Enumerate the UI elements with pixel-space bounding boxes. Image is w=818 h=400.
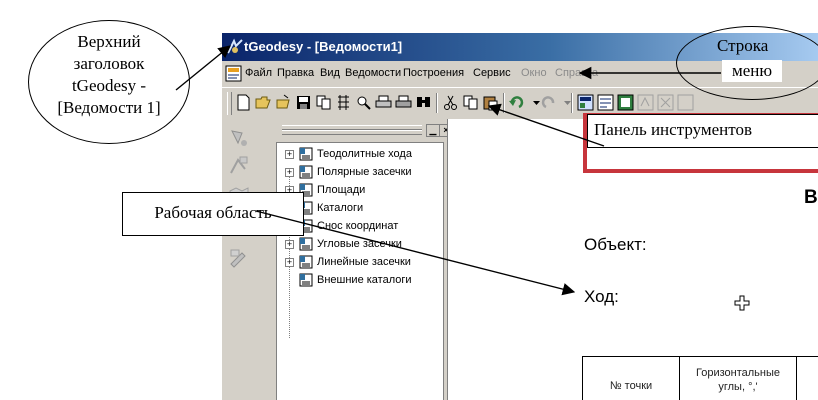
title-callout-line: заголовок bbox=[73, 54, 145, 73]
tree-panel: ▁ × + Теодолитные хода + Полярные засечк… bbox=[272, 119, 453, 400]
title-callout-line: Верхний bbox=[77, 32, 141, 51]
document-icon[interactable] bbox=[225, 65, 242, 82]
tree-item-label: Внешние каталоги bbox=[317, 274, 412, 286]
data-view-icon[interactable] bbox=[617, 94, 634, 111]
disabled-tool-icon[interactable] bbox=[677, 94, 694, 111]
menu-callout-line: Строка bbox=[717, 36, 769, 55]
app-logo-icon bbox=[227, 38, 243, 54]
cut-icon[interactable] bbox=[442, 94, 459, 111]
tree-item-label: Угловые засечки bbox=[317, 238, 402, 250]
print-setup-icon[interactable] bbox=[395, 94, 412, 111]
preview-icon[interactable] bbox=[355, 94, 372, 111]
tree-item-catalogs[interactable]: + Каталоги bbox=[285, 201, 445, 217]
object-label: Объект: bbox=[584, 235, 647, 254]
tree-item-coord-transfer[interactable]: + Снос координат bbox=[285, 219, 445, 235]
table-icon bbox=[299, 273, 313, 287]
menu-window[interactable]: Окно bbox=[521, 67, 547, 79]
new-document-icon[interactable] bbox=[235, 94, 252, 111]
tree-item-angular[interactable]: + Угловые засечки bbox=[285, 237, 445, 253]
expand-icon[interactable]: + bbox=[285, 240, 294, 249]
report-table: № точки Горизонтальные углы, °,' bbox=[582, 356, 818, 400]
toolbar-separator bbox=[503, 93, 505, 113]
menu-constructions[interactable]: Построения bbox=[403, 67, 464, 79]
grid-icon[interactable] bbox=[335, 94, 352, 111]
point-tool-icon[interactable] bbox=[228, 127, 250, 149]
open-file-icon[interactable] bbox=[275, 94, 292, 111]
expand-icon[interactable]: + bbox=[285, 168, 294, 177]
table-header-cell: Горизонтальные углы, °,' bbox=[680, 357, 797, 400]
tree-item-label: Снос координат bbox=[317, 220, 399, 232]
table-header-angles: Горизонтальные углы, °,' bbox=[696, 367, 780, 393]
workarea-callout: Рабочая область bbox=[122, 192, 304, 236]
menu-edit[interactable]: Правка bbox=[277, 67, 314, 79]
toolbar-separator bbox=[571, 93, 573, 113]
tree-item-areas[interactable]: + Площади bbox=[285, 183, 445, 199]
title-callout-line: tGeodesy - bbox=[71, 76, 147, 95]
expand-icon[interactable]: + bbox=[285, 258, 294, 267]
open-folder-icon[interactable] bbox=[255, 94, 272, 111]
tree-item-linear[interactable]: + Линейные засечки bbox=[285, 255, 445, 271]
tree-item-label: Линейные засечки bbox=[317, 256, 411, 268]
table-icon bbox=[299, 255, 313, 269]
report-view-icon[interactable] bbox=[577, 94, 594, 111]
menu-file[interactable]: Файл bbox=[245, 67, 272, 79]
coordinates-tool-icon[interactable] bbox=[228, 155, 250, 177]
table-header-point: № точки bbox=[609, 380, 653, 392]
chevron-down-icon[interactable] bbox=[559, 94, 576, 111]
form-view-icon[interactable] bbox=[597, 94, 614, 111]
edit-tool-icon[interactable] bbox=[228, 247, 250, 269]
expand-icon[interactable]: + bbox=[285, 150, 294, 159]
route-label: Ход: bbox=[584, 287, 619, 306]
table-icon bbox=[299, 165, 313, 179]
redo-icon[interactable] bbox=[540, 94, 557, 111]
tree-item-label: Площади bbox=[317, 184, 366, 196]
copy-list-icon[interactable] bbox=[315, 94, 332, 111]
tree-item-polar[interactable]: + Полярные засечки bbox=[285, 165, 445, 181]
toolbar-callout: Панель инструментов bbox=[587, 114, 818, 148]
tree-item-label: Теодолитные хода bbox=[317, 148, 412, 160]
tree-item-label: Полярные засечки bbox=[317, 166, 412, 178]
menu-help[interactable]: Справка bbox=[555, 67, 598, 79]
tree-item-external[interactable]: Внешние каталоги bbox=[285, 273, 445, 289]
window-title: tGeodesy - [Ведомости1] bbox=[244, 39, 403, 54]
menu-view[interactable]: Вид bbox=[320, 67, 340, 79]
move-cursor-icon bbox=[734, 295, 750, 311]
copy-icon[interactable] bbox=[462, 94, 479, 111]
save-icon[interactable] bbox=[295, 94, 312, 111]
report-heading: В bbox=[804, 187, 818, 208]
title-callout: Верхний заголовок tGeodesy - [Ведомости … bbox=[28, 20, 190, 144]
menu-reports[interactable]: Ведомости bbox=[345, 67, 401, 79]
minimize-panel-icon[interactable]: ▁ bbox=[426, 124, 440, 137]
vertical-toolbar bbox=[222, 119, 270, 400]
toolbar-grip[interactable] bbox=[227, 92, 232, 115]
table-header-cell: № точки bbox=[583, 357, 680, 400]
table-icon bbox=[299, 147, 313, 161]
table-icon bbox=[299, 237, 313, 251]
disabled-tool-icon[interactable] bbox=[637, 94, 654, 111]
menu-callout-label: меню bbox=[722, 60, 782, 82]
undo-icon[interactable] bbox=[508, 94, 525, 111]
panel-grip[interactable] bbox=[282, 130, 422, 135]
find-icon[interactable] bbox=[415, 94, 432, 111]
print-icon[interactable] bbox=[375, 94, 392, 111]
paste-icon[interactable] bbox=[482, 94, 499, 111]
tree-view: + Теодолитные хода + Полярные засечки + … bbox=[276, 142, 444, 400]
disabled-tool-icon[interactable] bbox=[657, 94, 674, 111]
tree-item-theodolite[interactable]: + Теодолитные хода bbox=[285, 147, 445, 163]
tree-item-label: Каталоги bbox=[317, 202, 364, 214]
toolbar-separator bbox=[436, 93, 438, 113]
menu-service[interactable]: Сервис bbox=[473, 67, 511, 79]
title-callout-line: [Ведомости 1] bbox=[57, 98, 161, 117]
